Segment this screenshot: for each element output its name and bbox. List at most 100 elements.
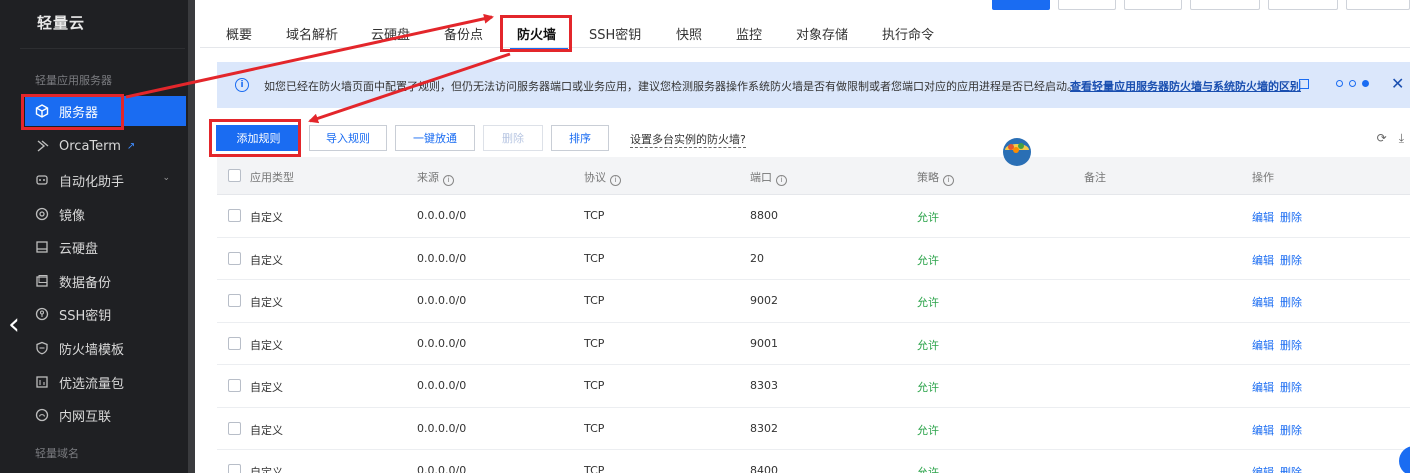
cell-protocol: TCP bbox=[584, 251, 605, 265]
delete-link[interactable]: 删除 bbox=[1280, 294, 1302, 310]
sidebar-item-ssh-key[interactable]: SSH密钥 bbox=[25, 299, 186, 329]
network-icon bbox=[35, 408, 49, 422]
allow-all-button[interactable]: 一键放通 bbox=[395, 125, 475, 151]
sidebar-item-automation[interactable]: 自动化助手 ⌄ bbox=[25, 165, 186, 195]
header-protocol-label: 协议 bbox=[584, 171, 606, 184]
chevron-down-icon: ⌄ bbox=[162, 173, 170, 183]
sidebar-item-cloud-disk[interactable]: 云硬盘 bbox=[25, 232, 186, 262]
sidebar-item-backup[interactable]: 数据备份 bbox=[25, 266, 186, 296]
cell-protocol: TCP bbox=[584, 464, 605, 473]
multi-instance-firewall-link[interactable]: 设置多台实例的防火墙? bbox=[630, 131, 746, 148]
top-button[interactable] bbox=[1058, 0, 1116, 10]
tab-bar: 概要 域名解析 云硬盘 备份点 防火墙 SSH密钥 快照 监控 对象存储 执行命… bbox=[200, 17, 1410, 49]
row-checkbox[interactable] bbox=[228, 421, 241, 435]
top-primary-button[interactable] bbox=[992, 0, 1050, 10]
notice-link[interactable]: 查看轻量应用服务器防火墙与系统防火墙的区别 bbox=[1070, 78, 1301, 94]
delete-link[interactable]: 删除 bbox=[1280, 464, 1302, 473]
cell-policy: 允许 bbox=[917, 338, 939, 352]
sidebar-item-firewall-template[interactable]: 防火墙模板 bbox=[25, 333, 186, 363]
pager-dot[interactable] bbox=[1349, 80, 1356, 87]
sidebar-item-label: 镜像 bbox=[59, 208, 86, 224]
sidebar-item-label: 云硬盘 bbox=[59, 241, 99, 257]
notice-banner: i 如您已经在防火墙页面中配置了规则，但仍无法访问服务器端口或业务应用，建议您检… bbox=[217, 62, 1410, 108]
tab-dns[interactable]: 域名解析 bbox=[286, 24, 338, 43]
delete-link[interactable]: 删除 bbox=[1280, 252, 1302, 268]
tab-object-storage[interactable]: 对象存储 bbox=[796, 24, 848, 43]
sidebar-item-traffic-package[interactable]: 优选流量包 bbox=[25, 367, 186, 397]
refresh-icon[interactable]: ⟳ bbox=[1377, 131, 1387, 146]
edit-link[interactable]: 编辑 bbox=[1252, 252, 1274, 268]
sidebar-item-orcaterm[interactable]: OrcaTerm ↗ bbox=[25, 131, 186, 161]
delete-link[interactable]: 删除 bbox=[1280, 422, 1302, 438]
tab-monitor[interactable]: 监控 bbox=[736, 24, 762, 43]
info-icon[interactable]: i bbox=[443, 175, 454, 186]
cell-policy: 允许 bbox=[917, 211, 939, 224]
info-icon[interactable]: i bbox=[776, 175, 787, 186]
robot-icon bbox=[35, 173, 49, 187]
top-button[interactable] bbox=[1124, 0, 1182, 10]
edit-link[interactable]: 编辑 bbox=[1252, 294, 1274, 310]
table-header: 应用类型 来源 i 协议 i 端口 i 策略 i 备注 操作 bbox=[217, 157, 1410, 195]
sort-button[interactable]: 排序 bbox=[551, 125, 609, 151]
tab-ssh-key[interactable]: SSH密钥 bbox=[589, 24, 641, 43]
row-checkbox[interactable] bbox=[228, 251, 241, 265]
delete-button[interactable]: 删除 bbox=[483, 125, 543, 151]
tab-overview[interactable]: 概要 bbox=[226, 24, 252, 43]
tab-backup-point[interactable]: 备份点 bbox=[444, 24, 483, 43]
top-action-bar bbox=[992, 0, 1410, 10]
row-checkbox[interactable] bbox=[228, 209, 241, 222]
sidebar-item-intranet[interactable]: 内网互联 bbox=[25, 400, 186, 430]
delete-link[interactable]: 删除 bbox=[1280, 337, 1302, 353]
package-icon bbox=[35, 375, 49, 389]
pager-dot-active[interactable] bbox=[1362, 80, 1369, 87]
tab-cloud-disk[interactable]: 云硬盘 bbox=[371, 24, 410, 43]
delete-link[interactable]: 删除 bbox=[1280, 209, 1302, 225]
row-checkbox[interactable] bbox=[228, 464, 241, 473]
close-icon[interactable]: ✕ bbox=[1391, 74, 1404, 93]
cell-port: 8302 bbox=[750, 421, 778, 435]
pager-dot[interactable] bbox=[1336, 80, 1343, 87]
row-checkbox[interactable] bbox=[228, 336, 241, 350]
cell-source: 0.0.0.0/0 bbox=[417, 464, 467, 473]
header-policy: 策略 i bbox=[917, 169, 954, 186]
main-content: 概要 域名解析 云硬盘 备份点 防火墙 SSH密钥 快照 监控 对象存储 执行命… bbox=[200, 0, 1410, 473]
cell-app-type: 自定义 bbox=[250, 211, 283, 224]
cell-source: 0.0.0.0/0 bbox=[417, 379, 467, 392]
cell-port: 9001 bbox=[750, 336, 778, 350]
edit-link[interactable]: 编辑 bbox=[1252, 209, 1274, 225]
tab-execute-command[interactable]: 执行命令 bbox=[882, 24, 934, 43]
header-port-label: 端口 bbox=[750, 171, 772, 184]
top-button[interactable] bbox=[1190, 0, 1260, 10]
table-tools: ⟳ ⤓ bbox=[1377, 131, 1404, 146]
chevron-left-icon[interactable]: ‹ bbox=[8, 308, 32, 342]
sidebar-item-label: 优选流量包 bbox=[59, 376, 125, 392]
header-actions: 操作 bbox=[1252, 171, 1274, 184]
edit-link[interactable]: 编辑 bbox=[1252, 337, 1274, 353]
cell-policy: 允许 bbox=[917, 296, 939, 309]
edit-link[interactable]: 编辑 bbox=[1252, 379, 1274, 395]
info-icon[interactable]: i bbox=[943, 175, 954, 186]
table-row: 自定义 0.0.0.0/0 TCP 8400 允许 编辑 删除 bbox=[217, 450, 1410, 473]
cell-port: 8800 bbox=[750, 209, 778, 222]
top-button[interactable] bbox=[1268, 0, 1338, 10]
top-more-button[interactable] bbox=[1346, 0, 1410, 10]
sidebar-scrollbar[interactable] bbox=[188, 0, 195, 473]
row-checkbox[interactable] bbox=[228, 379, 241, 392]
brand-title: 轻量云 bbox=[37, 14, 86, 32]
delete-link[interactable]: 删除 bbox=[1280, 379, 1302, 395]
highlight-add-rule bbox=[209, 119, 301, 157]
import-rule-button[interactable]: 导入规则 bbox=[309, 125, 387, 151]
select-all-checkbox[interactable] bbox=[228, 169, 241, 182]
info-icon[interactable]: i bbox=[610, 175, 621, 186]
sidebar-divider bbox=[20, 48, 185, 49]
floating-assistant-icon[interactable] bbox=[1000, 134, 1034, 168]
tab-snapshot[interactable]: 快照 bbox=[676, 24, 702, 43]
edit-link[interactable]: 编辑 bbox=[1252, 422, 1274, 438]
row-checkbox[interactable] bbox=[228, 294, 241, 307]
sidebar-item-image[interactable]: 镜像 bbox=[25, 199, 186, 229]
table-row: 自定义 0.0.0.0/0 TCP 8302 允许 编辑 删除 bbox=[217, 407, 1410, 450]
section-title-domain: 轻量域名 bbox=[35, 447, 79, 460]
edit-link[interactable]: 编辑 bbox=[1252, 464, 1274, 473]
sidebar-item-label: OrcaTerm bbox=[59, 138, 121, 154]
download-icon[interactable]: ⤓ bbox=[1399, 131, 1404, 146]
